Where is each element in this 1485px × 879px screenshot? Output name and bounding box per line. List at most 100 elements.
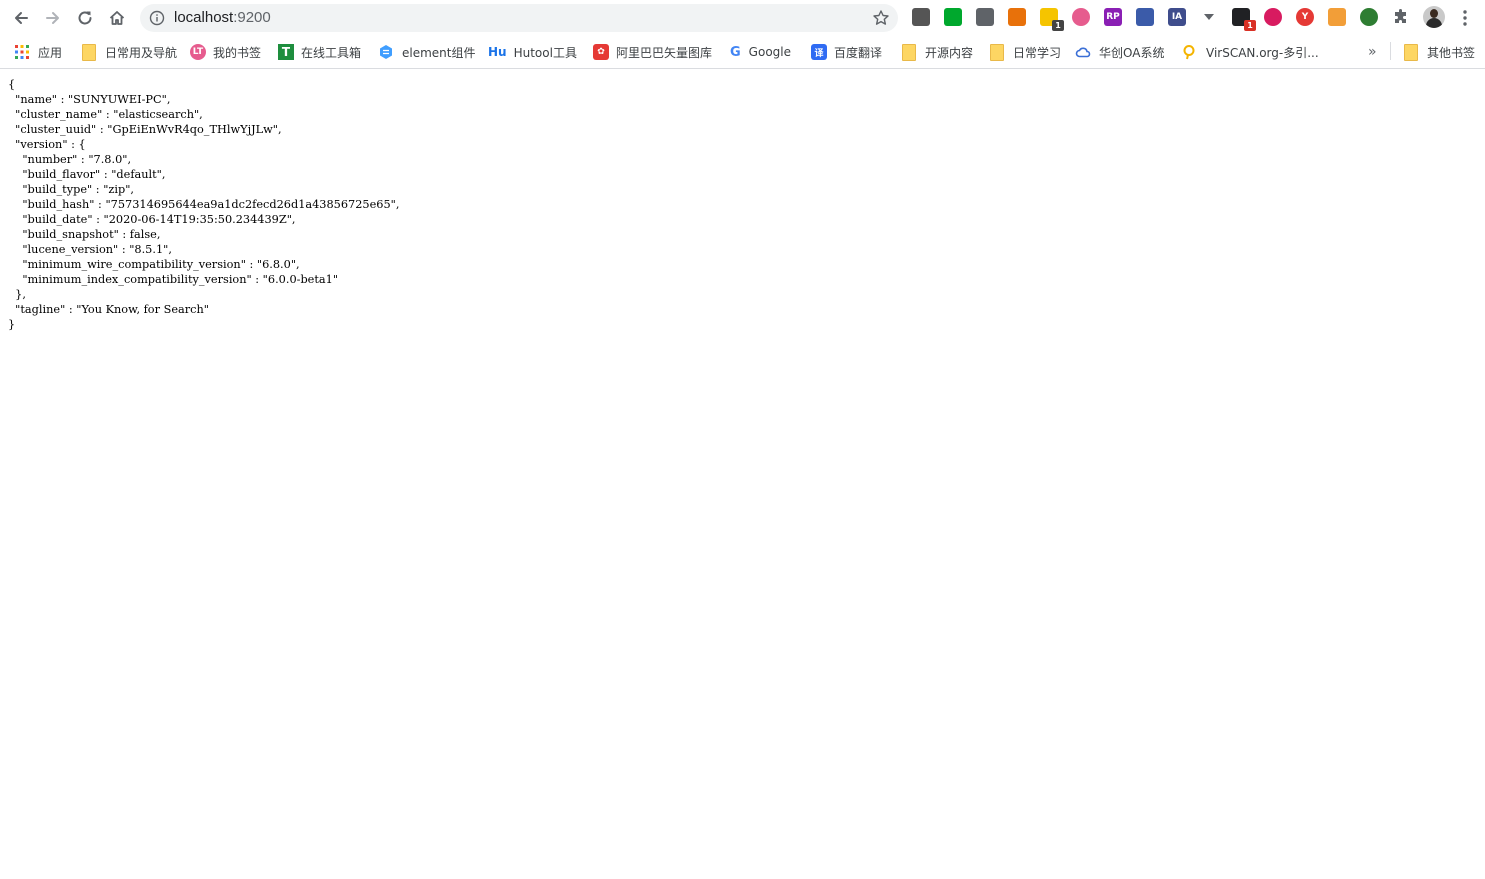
extension-glyph: RP (1106, 12, 1120, 22)
bookmark-label: 阿里巴巴矢量图库 (616, 45, 713, 60)
reload-button[interactable] (72, 5, 98, 31)
y-extension-icon[interactable]: Y (1296, 8, 1314, 26)
qr-code-extension-icon[interactable] (912, 8, 930, 26)
bookmark-label: 开源内容 (925, 45, 974, 60)
grid-extension-icon[interactable]: 1 (1232, 8, 1256, 31)
bookmark-folder-daily-study[interactable]: 日常学习 (988, 42, 1061, 62)
moon-extension-icon[interactable] (1264, 8, 1282, 26)
bookmark-label: Google (748, 45, 791, 59)
cloud-icon (1075, 47, 1091, 58)
forward-button[interactable] (40, 5, 66, 31)
bookmark-my-bookmarks[interactable]: LT 我的书签 (190, 42, 261, 62)
json-line: }, (8, 288, 26, 301)
dropdown-extension-icon[interactable] (1200, 8, 1218, 26)
bookmark-folder-open-source[interactable]: 开源内容 (900, 42, 973, 62)
json-line: "number" : "7.8.0", (8, 153, 132, 166)
json-line: } (8, 318, 16, 331)
apps-grid-icon (15, 45, 29, 59)
back-button[interactable] (8, 5, 34, 31)
bookmark-label: element组件 (402, 45, 476, 60)
folder-icon (990, 43, 1004, 61)
json-line: "minimum_index_compatibility_version" : … (8, 273, 339, 286)
profile-avatar[interactable] (1423, 6, 1445, 28)
extension-badge: 1 (1052, 20, 1064, 31)
kebab-menu-icon (1463, 10, 1467, 26)
iconfont-icon: ✿ (593, 44, 609, 60)
bookmark-label: 应用 (38, 45, 63, 60)
json-line: "build_flavor" : "default", (8, 168, 166, 181)
element-icon (380, 45, 392, 59)
bookmark-label: 在线工具箱 (301, 45, 362, 60)
extension-glyph: IA (1171, 12, 1183, 22)
reload-icon (78, 11, 92, 25)
bookmark-online-toolbox[interactable]: T 在线工具箱 (278, 42, 361, 62)
bookmarks-separator (1390, 42, 1391, 60)
bookmark-apps[interactable]: 应用 (14, 42, 62, 62)
lt-icon: LT (190, 44, 206, 60)
more-bookmarks-chevron-icon[interactable]: » (1368, 44, 1376, 60)
bookmark-label: 华创OA系统 (1099, 45, 1165, 60)
json-line: "build_date" : "2020-06-14T19:35:50.2344… (8, 213, 296, 226)
folder-icon (902, 43, 916, 61)
bookmark-other-bookmarks[interactable]: 其他书签 (1402, 42, 1475, 62)
notes-extension-icon[interactable]: 1 (1040, 8, 1064, 31)
bookmarks-bar: 应用 日常用及导航 LT 我的书签 T 在线工具箱 element组件 Hu H… (0, 36, 1485, 69)
json-line: "cluster_name" : "elasticsearch", (8, 108, 203, 121)
t-icon: T (278, 44, 294, 60)
bookmark-label: 百度翻译 (834, 45, 883, 60)
bookmark-hutool[interactable]: Hu Hutool工具 (488, 42, 577, 62)
virscan-icon (1183, 45, 1195, 60)
bookmark-baidu-translate[interactable]: 译 百度翻译 (811, 42, 882, 62)
info-icon[interactable] (149, 10, 165, 26)
extension-glyph: Y (1301, 12, 1309, 22)
baidu-translate-icon: 译 (811, 44, 827, 60)
bookmark-folder-daily-nav[interactable]: 日常用及导航 (80, 42, 177, 62)
home-icon (109, 11, 125, 25)
world-extension-icon[interactable] (1360, 8, 1378, 26)
forward-arrow-icon (46, 12, 59, 24)
bookmark-label: 我的书签 (213, 45, 262, 60)
json-line: "cluster_uuid" : "GpEiEnWvR4qo_THlwYjJLw… (8, 123, 282, 136)
box-extension-icon[interactable] (1328, 8, 1346, 26)
json-line: "tagline" : "You Know, for Search" (8, 303, 209, 316)
menu-button[interactable] (1458, 8, 1472, 28)
avatar-body (1426, 18, 1442, 28)
home-button[interactable] (104, 5, 130, 31)
lt-extension-icon[interactable] (1072, 8, 1090, 26)
shield-extension-icon[interactable] (976, 8, 994, 26)
json-line: { (8, 78, 16, 91)
ia-extension-icon[interactable]: IA (1168, 8, 1186, 26)
evernote-extension-icon[interactable] (944, 8, 962, 26)
back-arrow-icon (15, 12, 28, 24)
url-host: localhost (174, 9, 234, 26)
url-port: :9200 (233, 9, 271, 26)
json-line: "build_snapshot" : false, (8, 228, 161, 241)
json-line: "name" : "SUNYUWEI-PC", (8, 93, 171, 106)
json-response-body: { "name" : "SUNYUWEI-PC", "cluster_name"… (8, 77, 399, 332)
address-bar[interactable]: localhost:9200 (140, 4, 898, 32)
bookmark-label: 其他书签 (1427, 45, 1476, 60)
json-line: "lucene_version" : "8.5.1", (8, 243, 172, 256)
bookmark-element[interactable]: element组件 (378, 42, 475, 62)
json-line: "build_type" : "zip", (8, 183, 134, 196)
bookmark-iconfont[interactable]: ✿ 阿里巴巴矢量图库 (593, 42, 712, 62)
sliders-extension-icon[interactable] (1008, 8, 1026, 26)
google-icon: G (730, 44, 741, 60)
json-line: "version" : { (8, 138, 86, 151)
url-text: localhost:9200 (174, 9, 271, 27)
bookmark-label: VirSCAN.org-多引... (1206, 45, 1319, 60)
json-line: "minimum_wire_compatibility_version" : "… (8, 258, 300, 271)
rp-extension-icon[interactable]: RP (1104, 8, 1122, 26)
bookmark-virscan[interactable]: VirSCAN.org-多引... (1182, 42, 1319, 62)
avatar-head (1430, 9, 1438, 18)
folder-icon (82, 43, 96, 61)
bookmark-oa-system[interactable]: 华创OA系统 (1075, 42, 1164, 62)
json-line: "build_hash" : "757314695644ea9a1dc2fecd… (8, 198, 400, 211)
browser-toolbar: localhost:9200 1 RP IA 1 Y (0, 0, 1485, 36)
bookmark-label: 日常用及导航 (105, 45, 178, 60)
bookmark-google[interactable]: G Google (730, 42, 791, 62)
window-extension-icon[interactable] (1136, 8, 1154, 26)
puzzle-extension-icon[interactable] (1392, 8, 1410, 26)
folder-icon (1404, 43, 1418, 61)
bookmark-star-icon[interactable] (872, 9, 890, 27)
